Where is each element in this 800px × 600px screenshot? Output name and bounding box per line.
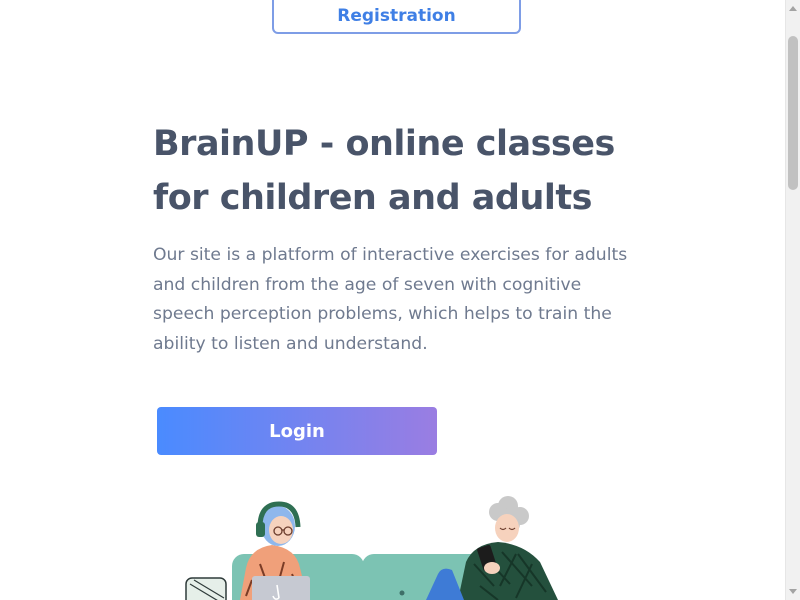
page-scrollbar[interactable] <box>785 0 800 600</box>
landing-page: Registration BrainUP - online classes fo… <box>0 0 785 600</box>
login-button[interactable]: Login <box>157 407 437 455</box>
hero-title: BrainUP - online classes for children an… <box>153 124 615 218</box>
older-woman-figure <box>426 496 558 600</box>
hero-description: Our site is a platform of interactive ex… <box>153 245 628 354</box>
young-woman-figure <box>240 501 310 600</box>
people-on-sofa-illustration <box>185 496 558 600</box>
scroll-up-arrow-icon[interactable] <box>789 6 797 11</box>
scroll-down-arrow-icon[interactable] <box>789 589 797 594</box>
registration-button[interactable]: Registration <box>272 0 521 34</box>
scrollbar-thumb[interactable] <box>788 36 798 190</box>
